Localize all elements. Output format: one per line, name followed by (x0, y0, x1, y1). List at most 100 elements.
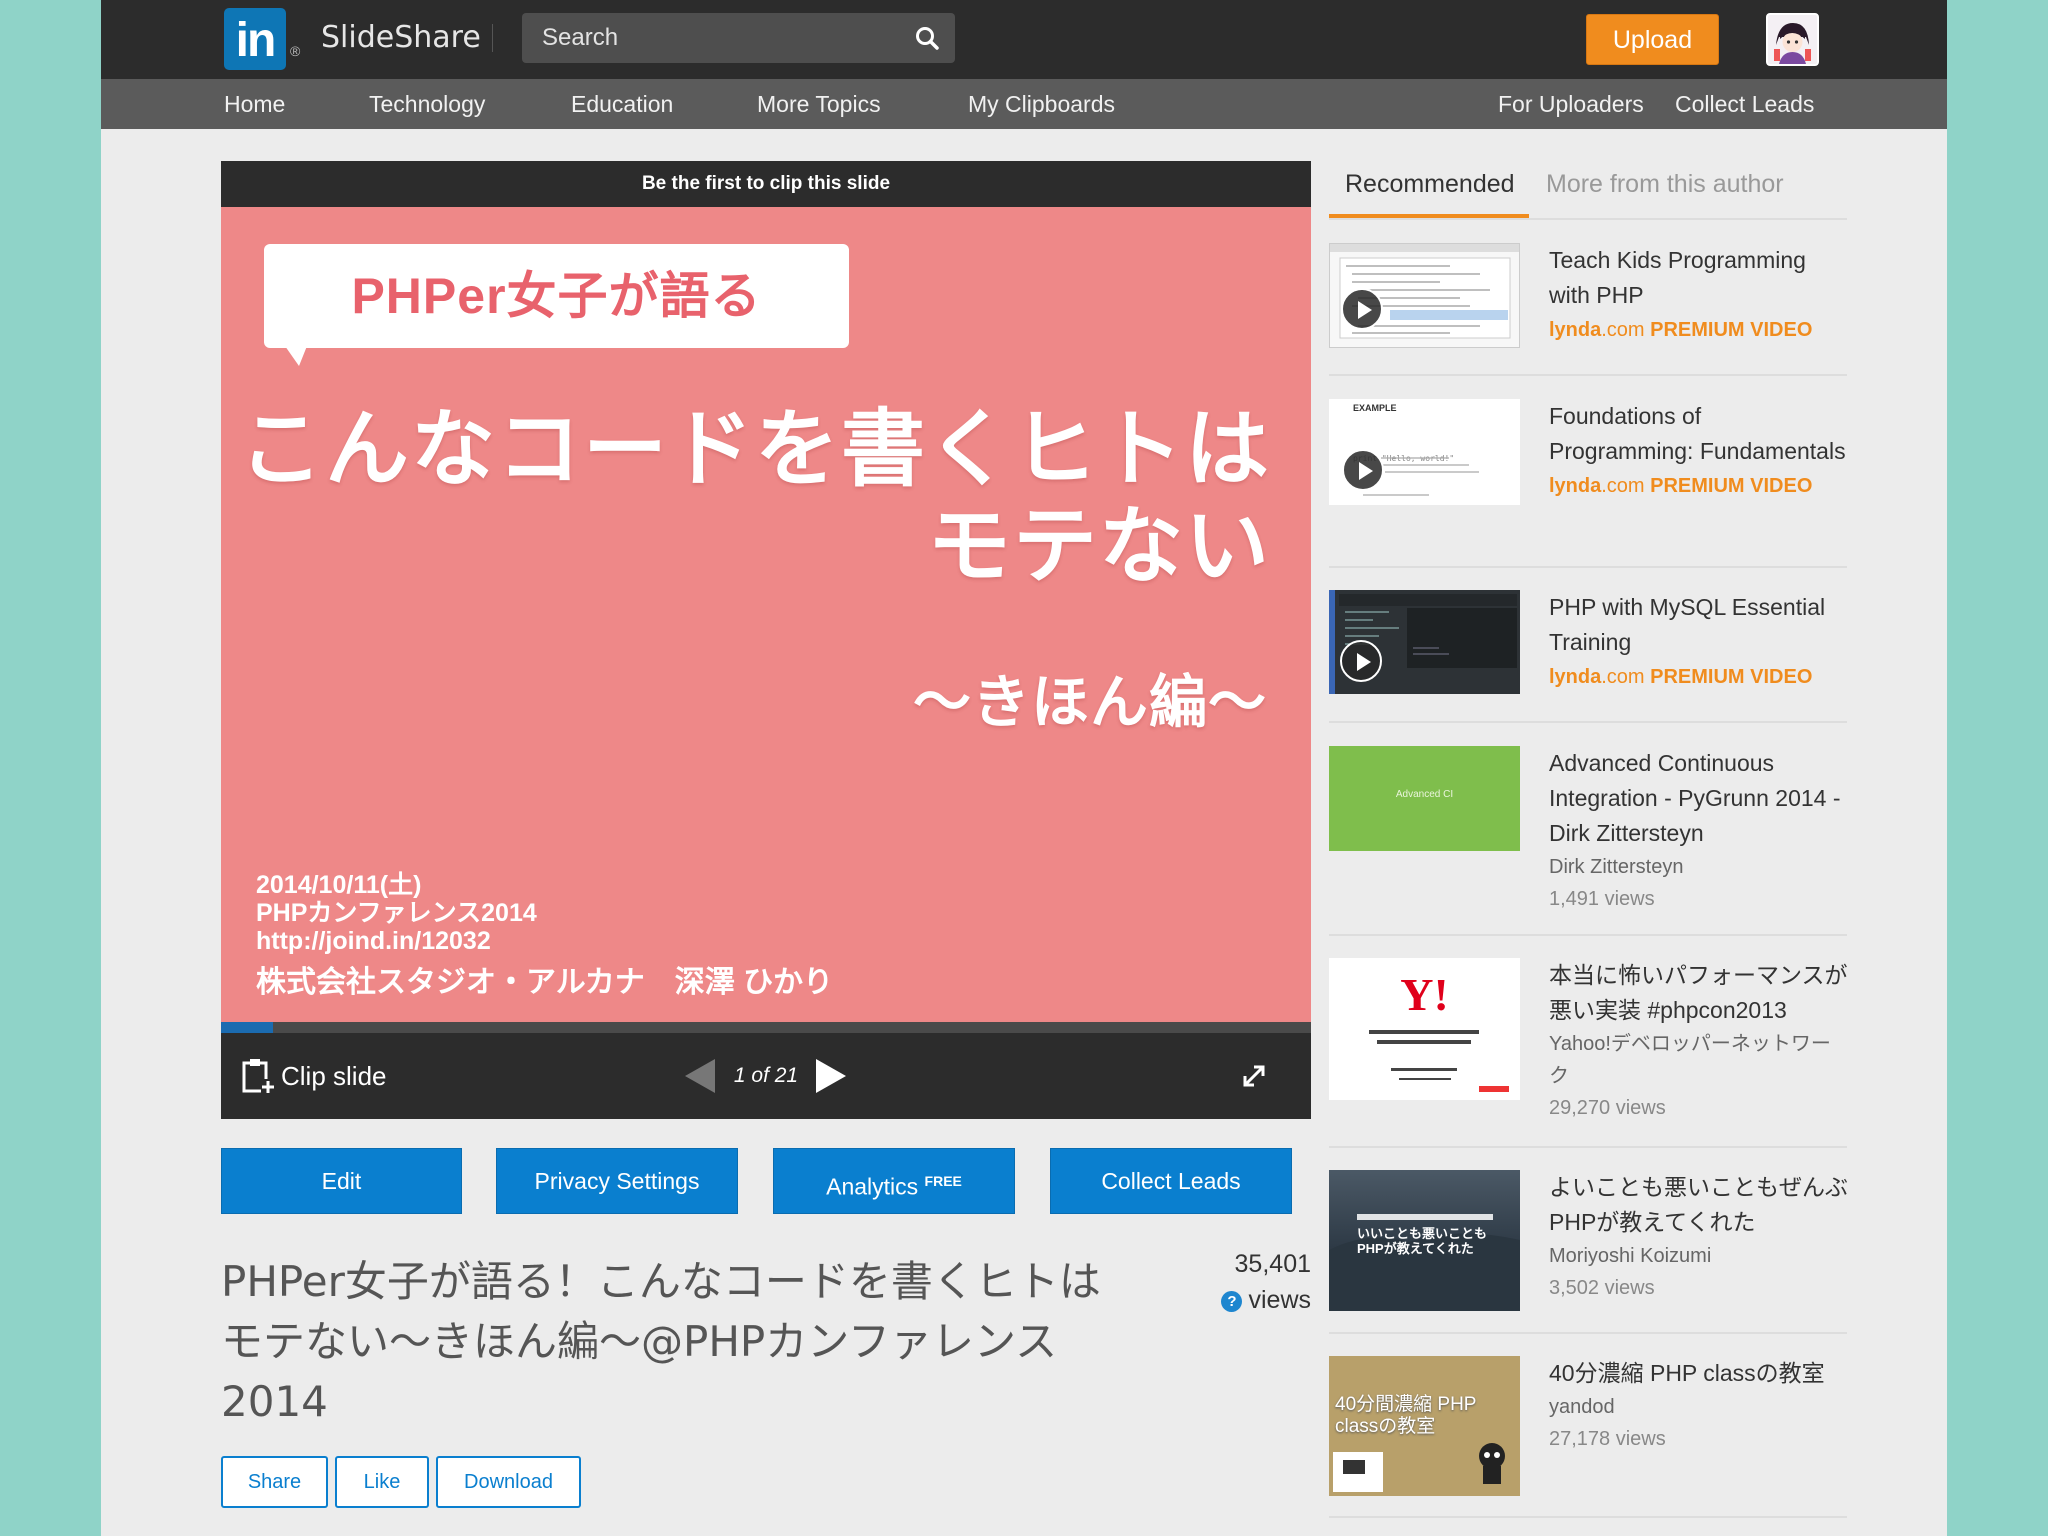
rec-info: Foundations of Programming: Fundamentals… (1549, 399, 1849, 498)
brand-name[interactable]: SlideShare (321, 20, 481, 55)
thumbnail[interactable] (1329, 243, 1520, 348)
yahoo-logo: Y! (1400, 969, 1449, 1020)
clip-banner[interactable]: Be the first to clip this slide (221, 161, 1311, 207)
nav-education[interactable]: Education (571, 79, 673, 129)
nav-more-topics[interactable]: More Topics (757, 79, 881, 129)
slide-pager: 1 of 21 (733, 1064, 799, 1087)
rec-views: 27,178 views (1549, 1428, 1666, 1450)
list-divider (1329, 1516, 1847, 1518)
views-count: 35,401 (1234, 1250, 1311, 1278)
rec-author[interactable]: Dirk Zittersteyn (1549, 851, 1849, 883)
tab-divider (1329, 218, 1847, 220)
share-button[interactable]: Share (221, 1456, 328, 1508)
list-divider (1329, 1146, 1847, 1148)
premium-video-label: PREMIUM VIDEO (1644, 319, 1813, 341)
rec-title[interactable]: PHP with MySQL Essential Training (1549, 590, 1849, 660)
rec-info: 本当に怖いパフォーマンスが悪い実装 #phpcon2013 Yahoo!デベロッ… (1549, 958, 1849, 1125)
prev-slide-button[interactable] (685, 1059, 715, 1093)
list-divider (1329, 934, 1847, 936)
lynda-brand: lynda (1549, 666, 1602, 688)
rec-author[interactable]: yandod (1549, 1391, 1849, 1423)
thumb-label: いいことも悪いことも PHPが教えてくれた (1357, 1226, 1488, 1256)
rec-title[interactable]: Advanced Continuous Integration - PyGrun… (1549, 746, 1849, 851)
list-divider (1329, 1332, 1847, 1334)
rec-author[interactable]: Yahoo!デベロッパーネットワーク (1549, 1028, 1849, 1092)
analytics-button[interactable]: Analytics FREE (773, 1148, 1015, 1214)
logo-divider (492, 24, 493, 52)
lynda-premium-label: lynda.com PREMIUM VIDEO (1549, 475, 1849, 498)
search-input[interactable] (542, 24, 882, 52)
rec-title[interactable]: Foundations of Programming: Fundamentals (1549, 399, 1849, 469)
tab-recommended[interactable]: Recommended (1345, 170, 1515, 199)
play-icon[interactable] (1340, 640, 1382, 682)
nav-bar: Home Technology Education More Topics My… (101, 79, 1947, 129)
upload-button[interactable]: Upload (1586, 14, 1719, 65)
avatar-image (1768, 15, 1817, 64)
privacy-settings-button[interactable]: Privacy Settings (496, 1148, 738, 1214)
slide-date: 2014/10/11(土) (256, 871, 422, 899)
rec-info: Advanced Continuous Integration - PyGrun… (1549, 746, 1849, 916)
thumbnail[interactable]: いいことも悪いことも PHPが教えてくれた (1329, 1170, 1520, 1311)
search-icon[interactable] (913, 24, 941, 52)
thumb-label: EXAMPLE (1353, 403, 1397, 413)
rec-info: PHP with MySQL Essential Training lynda.… (1549, 590, 1849, 689)
search-box[interactable] (522, 13, 955, 63)
lynda-domain: .com (1601, 666, 1645, 688)
slide-url: http://joind.in/12032 (256, 927, 491, 955)
slide-organization: 株式会社スタジオ・アルカナ 深澤 ひかり (256, 966, 834, 999)
edit-button[interactable]: Edit (221, 1148, 462, 1214)
list-divider (1329, 374, 1847, 376)
slide-player: Be the first to clip this slide PHPer女子が… (221, 161, 1311, 1119)
thumb-label: Advanced CI (1395, 789, 1454, 800)
collect-leads-button[interactable]: Collect Leads (1050, 1148, 1292, 1214)
nav-collect-leads[interactable]: Collect Leads (1675, 79, 1814, 129)
slide-title-line2: モテない (926, 499, 1271, 593)
rec-title[interactable]: よいことも悪いこともぜんぶPHPが教えてくれた (1549, 1170, 1849, 1240)
lynda-brand: lynda (1549, 319, 1602, 341)
nav-for-uploaders[interactable]: For Uploaders (1498, 79, 1644, 129)
slide-event: PHPカンファレンス2014 (256, 899, 537, 927)
thumbnail[interactable] (1329, 590, 1520, 694)
list-divider (1329, 566, 1847, 568)
rec-title[interactable]: 40分濃縮 PHP classの教室 (1549, 1356, 1849, 1391)
thumbnail[interactable]: 40分間濃縮 PHP classの教室 (1329, 1356, 1520, 1496)
like-button[interactable]: Like (335, 1456, 429, 1508)
linkedin-logo[interactable]: in (224, 8, 286, 70)
rec-title[interactable]: 本当に怖いパフォーマンスが悪い実装 #phpcon2013 (1549, 958, 1849, 1028)
avatar[interactable] (1766, 13, 1819, 66)
rec-author[interactable]: Moriyoshi Koizumi (1549, 1240, 1849, 1272)
help-icon[interactable]: ? (1221, 1291, 1243, 1312)
thumbnail[interactable]: Advanced CI (1329, 746, 1520, 851)
nav-technology[interactable]: Technology (369, 79, 485, 129)
premium-video-label: PREMIUM VIDEO (1644, 475, 1813, 497)
slide-view[interactable]: PHPer女子が語る こんなコードを書くヒトは モテない 〜きほん編〜 2014… (221, 207, 1311, 1022)
rec-info: 40分濃縮 PHP classの教室 yandod 27,178 views (1549, 1356, 1849, 1456)
list-divider (1329, 721, 1847, 723)
analytics-free-badge: FREE (924, 1173, 962, 1189)
slide-progress-bar[interactable] (221, 1022, 1311, 1033)
thumbnail[interactable]: Y! (1329, 958, 1520, 1100)
clip-slide-label: Clip slide (281, 1060, 387, 1091)
nav-my-clipboards[interactable]: My Clipboards (968, 79, 1115, 129)
clipboard-add-icon (242, 1059, 275, 1093)
fullscreen-icon[interactable] (1241, 1063, 1267, 1089)
play-icon[interactable] (1342, 449, 1384, 491)
rec-title[interactable]: Teach Kids Programming with PHP (1549, 243, 1849, 313)
play-icon[interactable] (1341, 288, 1383, 330)
presentation-title: PHPer女子が語る！こんなコードを書くヒトはモテない〜きほん編〜@PHPカンフ… (221, 1257, 1101, 1426)
tab-active-indicator (1329, 214, 1529, 218)
top-bar: in ® SlideShare Upload (101, 0, 1947, 79)
slide-subtitle: 〜きほん編〜 (912, 670, 1267, 735)
thumbnail[interactable]: print "Hello, world!" EXAMPLE (1329, 399, 1520, 505)
octocat-icon (1333, 1443, 1505, 1492)
next-slide-button[interactable] (816, 1059, 846, 1093)
tab-more-from-author[interactable]: More from this author (1546, 170, 1784, 199)
speech-bubble-tail (285, 346, 307, 366)
download-button[interactable]: Download (436, 1456, 581, 1508)
lynda-domain: .com (1601, 475, 1645, 497)
clip-slide-button[interactable]: Clip slide (241, 1057, 387, 1095)
speech-bubble: PHPer女子が語る (264, 244, 849, 348)
slide-progress-fill (221, 1022, 274, 1033)
nav-home[interactable]: Home (224, 79, 285, 129)
premium-video-label: PREMIUM VIDEO (1644, 666, 1813, 688)
